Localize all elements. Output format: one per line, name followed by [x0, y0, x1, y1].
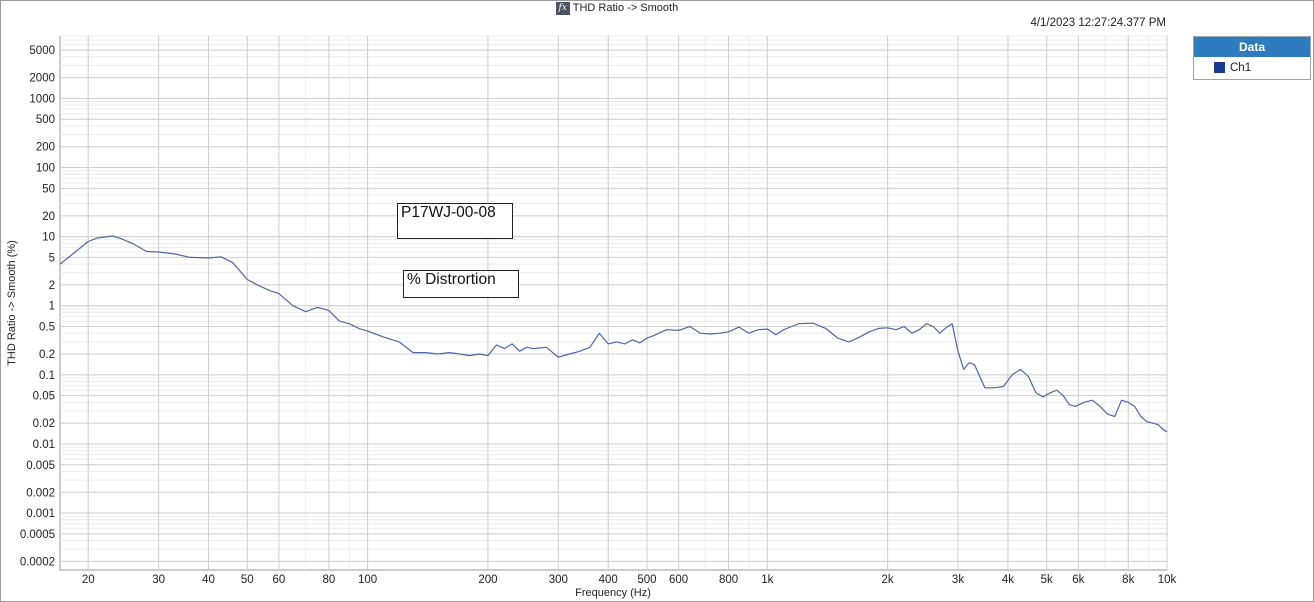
x-tick-label: 8k: [1122, 574, 1134, 586]
y-tick-label: 100: [36, 163, 55, 175]
legend-header: Data: [1194, 37, 1310, 57]
x-tick-label: 300: [549, 574, 568, 586]
y-tick-label: 0.2: [39, 349, 55, 361]
y-tick-label: 200: [36, 142, 55, 154]
x-tick-label: 200: [478, 574, 497, 586]
x-tick-label: 100: [358, 574, 377, 586]
y-tick-label: 2: [49, 280, 55, 292]
y-tick-label: 0.05: [33, 391, 55, 403]
y-tick-label: 500: [36, 114, 55, 126]
y-tick-label: 0.1: [39, 370, 55, 382]
y-tick-label: 0.01: [33, 439, 55, 451]
x-tick-label: 40: [202, 574, 215, 586]
annotation-label-distortion[interactable]: % Distrortion: [403, 270, 519, 298]
y-tick-label: 0.002: [26, 487, 55, 499]
legend-item-ch1[interactable]: Ch1: [1194, 57, 1310, 78]
annotation-label-model[interactable]: P17WJ-00-08: [397, 203, 513, 239]
x-tick-label: 600: [669, 574, 688, 586]
x-tick-label: 800: [719, 574, 738, 586]
x-tick-label: 4k: [1002, 574, 1014, 586]
y-tick-label: 0.0002: [20, 556, 55, 568]
x-axis-label: Frequency (Hz): [575, 587, 651, 599]
y-axis-label: THD Ratio -> Smooth (%): [6, 240, 18, 366]
x-tick-label: 80: [322, 574, 335, 586]
y-tick-label: 10: [42, 232, 55, 244]
y-tick-label: 0.005: [26, 460, 55, 472]
y-tick-label: 1: [49, 301, 55, 313]
y-tick-label: 0.5: [39, 322, 55, 334]
y-tick-labels: 5000 2000 1000 500 200 100 50 20 10 5 2 1 0.5 0.2 0.1 0…: [20, 45, 55, 568]
chart-plot: 20 30 40 50 60 80 100 200 300 400 500 600 800 1k 2k 3k 4…: [6, 35, 1177, 599]
y-tick-label: 1000: [29, 93, 55, 105]
y-tick-label: 0.0005: [20, 529, 55, 541]
y-tick-label: 2000: [29, 73, 55, 85]
x-tick-label: 60: [273, 574, 286, 586]
x-tick-label: 30: [152, 574, 165, 586]
legend: Data Ch1: [1193, 36, 1311, 80]
x-tick-label: 50: [241, 574, 254, 586]
y-tick-label: 0.02: [33, 418, 55, 430]
legend-swatch-ch1: [1214, 62, 1225, 73]
y-tick-label: 5000: [29, 45, 55, 57]
x-tick-label: 1k: [761, 574, 773, 586]
legend-item-label: Ch1: [1230, 61, 1252, 74]
x-tick-label: 500: [637, 574, 656, 586]
y-tick-label: 50: [42, 183, 55, 195]
x-tick-label: 400: [599, 574, 618, 586]
x-tick-label: 2k: [882, 574, 894, 586]
x-tick-label: 20: [82, 574, 95, 586]
y-tick-label: 5: [49, 252, 55, 264]
y-tick-label: 0.001: [26, 508, 55, 520]
x-tick-label: 6k: [1072, 574, 1084, 586]
x-tick-label: 5k: [1041, 574, 1053, 586]
x-tick-label: 10k: [1158, 574, 1177, 586]
x-tick-label: 3k: [952, 574, 964, 586]
x-tick-labels: 20 30 40 50 60 80 100 200 300 400 500 600 800 1k 2k 3k 4…: [82, 574, 1177, 586]
y-tick-label: 20: [42, 211, 55, 223]
plot-area: [59, 35, 1168, 571]
